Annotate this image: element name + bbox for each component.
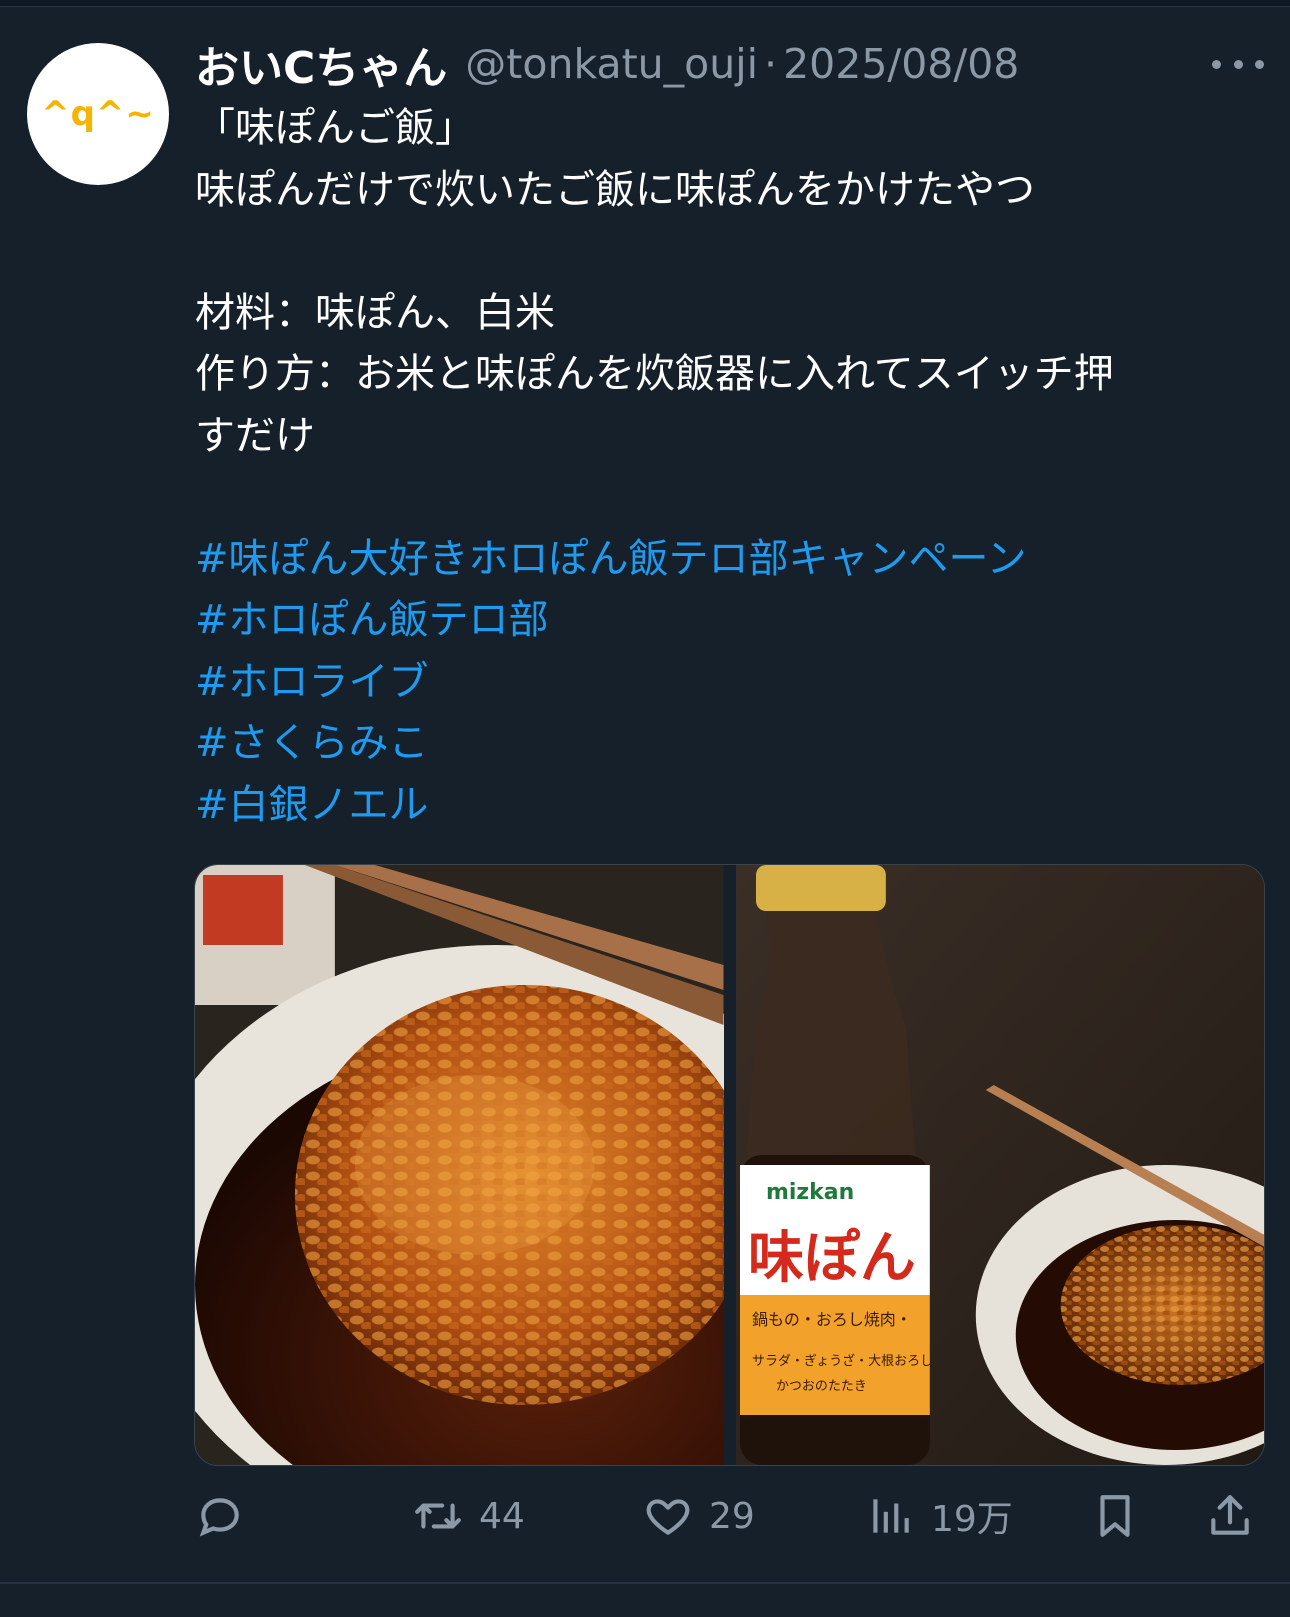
retweet-button[interactable]: 44 (413, 1488, 525, 1544)
share-button[interactable] (1205, 1488, 1271, 1544)
like-count: 29 (709, 1495, 755, 1537)
views-count: 19万 (931, 1499, 1013, 1540)
action-bar: 44 29 19万 (195, 1488, 1263, 1544)
text-line: 材料：味ぽん、白米 (195, 289, 555, 336)
bottle-brand: mizkan (765, 1180, 853, 1205)
rice-bowl-photo[interactable] (195, 865, 724, 1465)
text-line (195, 221, 1255, 283)
tweet-header: おいCちゃん @tonkatu_ouji · 2025/08/08 (195, 36, 1019, 94)
bottle-label-line: かつおのたたき (775, 1379, 866, 1394)
separator-dot: · (764, 40, 778, 88)
tweet-date[interactable]: 2025/08/08 (783, 40, 1019, 88)
top-divider (0, 0, 1290, 7)
display-name[interactable]: おいCちゃん (195, 32, 447, 96)
reply-icon (199, 1498, 239, 1537)
text-line (195, 467, 1255, 529)
retweet-count: 44 (479, 1495, 525, 1537)
bookmark-button[interactable] (1090, 1488, 1156, 1544)
share-icon (1211, 1495, 1249, 1535)
user-handle[interactable]: @tonkatu_ouji (465, 40, 758, 88)
more-options-icon[interactable] (1212, 50, 1264, 78)
text-line: 「味ぽんご飯」 (195, 105, 475, 151)
reply-button[interactable] (195, 1488, 261, 1544)
avatar[interactable]: ^q^~ (27, 43, 169, 185)
hashtag-link[interactable]: #ホロライブ (195, 652, 1255, 714)
media-grid: mizkan 味ぽん 鍋もの・おろし焼肉・ サラダ・ぎょうざ・大根おろし かつお… (194, 864, 1265, 1466)
like-button[interactable]: 29 (643, 1488, 755, 1544)
bottle-photo[interactable]: mizkan 味ぽん 鍋もの・おろし焼肉・ サラダ・ぎょうざ・大根おろし かつお… (735, 865, 1264, 1465)
views-icon (873, 1499, 909, 1533)
hashtag-link[interactable]: #白銀ノエル (195, 775, 1255, 837)
bottom-divider (0, 1582, 1290, 1617)
text-line: 味ぽんだけで炊いたご飯に味ぽんをかけたやつ (195, 166, 1035, 213)
text-line: 作り方：お米と味ぽんを炊飯器に入れてスイッチ押 (195, 351, 1114, 397)
hashtag-link[interactable]: #味ぽん大好きホロぽん飯テロ部キャンペーン (195, 529, 1255, 591)
tweet-text: 「味ぽんご飯」 味ぽんだけで炊いたご飯に味ぽんをかけたやつ 材料：味ぽん、白米 … (195, 98, 1255, 836)
bottle-product: 味ぽん (747, 1226, 915, 1291)
retweet-icon (415, 1503, 461, 1529)
hashtag-link[interactable]: #ホロぽん飯テロ部 (195, 590, 1255, 652)
views-button[interactable]: 19万 (865, 1488, 1013, 1544)
bottle-label-line: 鍋もの・おろし焼肉・ (751, 1310, 911, 1329)
text-line: すだけ (195, 412, 315, 459)
bottle-label-line: サラダ・ぎょうざ・大根おろし (751, 1353, 932, 1369)
bookmark-icon (1100, 1495, 1130, 1537)
hashtag-link[interactable]: #さくらみこ (195, 713, 1255, 775)
heart-icon (646, 1499, 690, 1535)
